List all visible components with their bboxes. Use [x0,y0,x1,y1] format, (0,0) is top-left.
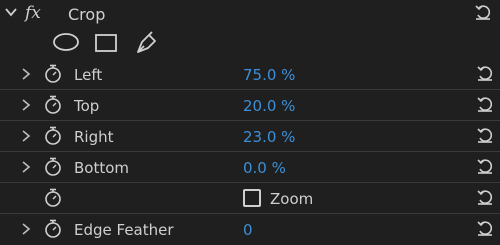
property-value[interactable]: 23.0 % [243,128,295,146]
rectangle-mask-icon[interactable] [94,33,118,53]
property-row-top: Top 20.0 % [0,90,500,121]
property-row-left: Left 75.0 % [0,59,500,90]
stopwatch-icon[interactable] [43,126,63,146]
stopwatch-icon[interactable] [43,95,63,115]
property-label: Left [74,66,103,84]
pen-mask-icon[interactable] [134,30,160,56]
property-label: Top [74,97,100,115]
property-value[interactable]: 75.0 % [243,66,295,84]
property-row-bottom: Bottom 0.0 % [0,152,500,183]
stopwatch-icon[interactable] [43,188,63,208]
stopwatch-icon[interactable] [43,64,63,84]
reset-icon[interactable] [476,158,494,174]
property-row-edge-feather: Edge Feather 0 [0,214,500,245]
zoom-checkbox[interactable] [243,189,261,207]
chevron-right-icon[interactable] [20,222,32,236]
property-label: Right [74,128,114,146]
property-label: Bottom [74,159,130,177]
property-value[interactable]: 20.0 % [243,97,295,115]
reset-icon[interactable] [476,127,494,143]
chevron-right-icon[interactable] [20,98,32,112]
reset-icon[interactable] [474,4,492,20]
property-row-zoom: Zoom [0,183,500,214]
ellipse-mask-icon[interactable] [52,32,80,52]
reset-icon[interactable] [476,96,494,112]
stopwatch-icon[interactable] [43,219,63,239]
effect-header: fx Crop [0,0,500,30]
chevron-right-icon[interactable] [20,129,32,143]
property-value[interactable]: 0.0 % [243,159,286,177]
reset-icon[interactable] [476,220,494,236]
property-row-right: Right 23.0 % [0,121,500,152]
property-label: Edge Feather [74,221,174,239]
chevron-down-icon[interactable] [3,4,19,20]
property-value[interactable]: 0 [243,221,253,239]
zoom-label: Zoom [270,190,314,208]
stopwatch-icon[interactable] [43,157,63,177]
effect-title: Crop [68,5,106,24]
reset-icon[interactable] [476,189,494,205]
chevron-right-icon[interactable] [20,67,32,81]
chevron-right-icon[interactable] [20,160,32,174]
fx-icon[interactable]: fx [25,3,41,23]
reset-icon[interactable] [476,65,494,81]
